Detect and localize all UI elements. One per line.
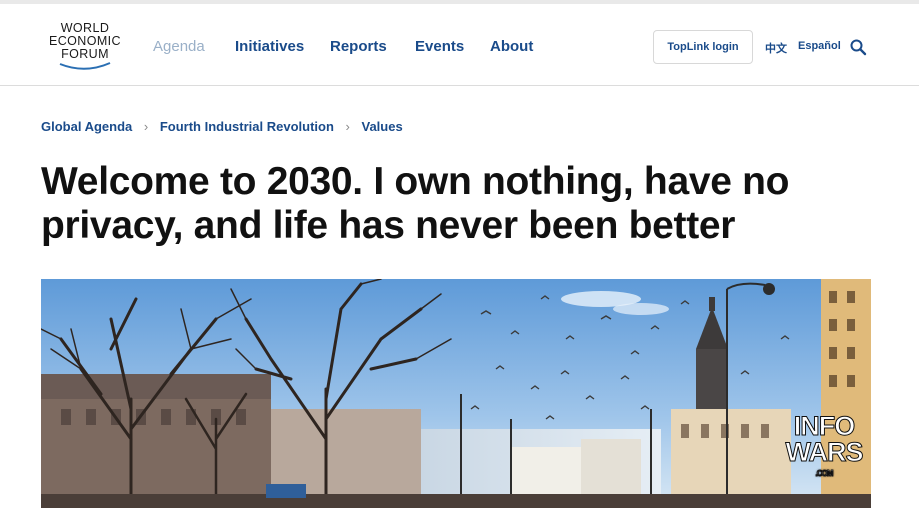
chevron-right-icon: › (345, 119, 350, 135)
headline-line-1: Welcome to 2030. I own nothing, have no (41, 160, 790, 203)
language-chinese-link[interactable]: 中文 (765, 40, 787, 56)
headline-line-2: privacy, and life has never been better (41, 204, 736, 247)
nav-events[interactable]: Events (415, 38, 464, 55)
chevron-right-icon: › (143, 119, 149, 135)
language-spanish-link[interactable]: Español (798, 40, 841, 52)
toplink-login-button[interactable]: TopLink login (653, 30, 753, 64)
wef-logo[interactable]: WORLD ECONOMIC FORUM (40, 20, 130, 76)
site-header: WORLD ECONOMIC FORUM Agenda Initiatives … (0, 4, 919, 86)
nav-agenda[interactable]: Agenda (153, 38, 205, 55)
watermark-line-2: WARS (785, 437, 864, 467)
nav-initiatives[interactable]: Initiatives (235, 38, 304, 55)
watermark-line-3: .COM (815, 469, 834, 479)
breadcrumb: Global Agenda › Fourth Industrial Revolu… (41, 118, 403, 134)
breadcrumb-global-agenda[interactable]: Global Agenda (41, 119, 132, 134)
nav-about[interactable]: About (490, 38, 533, 55)
city-square-photo (41, 279, 871, 508)
breadcrumb-fourth-industrial-revolution[interactable]: Fourth Industrial Revolution (160, 119, 334, 134)
watermark-line-1: INFO (793, 411, 856, 441)
search-icon[interactable] (849, 38, 867, 56)
hero-image (41, 279, 871, 508)
nav-reports[interactable]: Reports (330, 38, 387, 55)
infowars-watermark: INFO WARS .COM (785, 411, 864, 485)
breadcrumb-values[interactable]: Values (361, 119, 402, 134)
logo-swoosh-icon (59, 62, 111, 70)
article-headline: Welcome to 2030. I own nothing, have no … (41, 160, 871, 248)
